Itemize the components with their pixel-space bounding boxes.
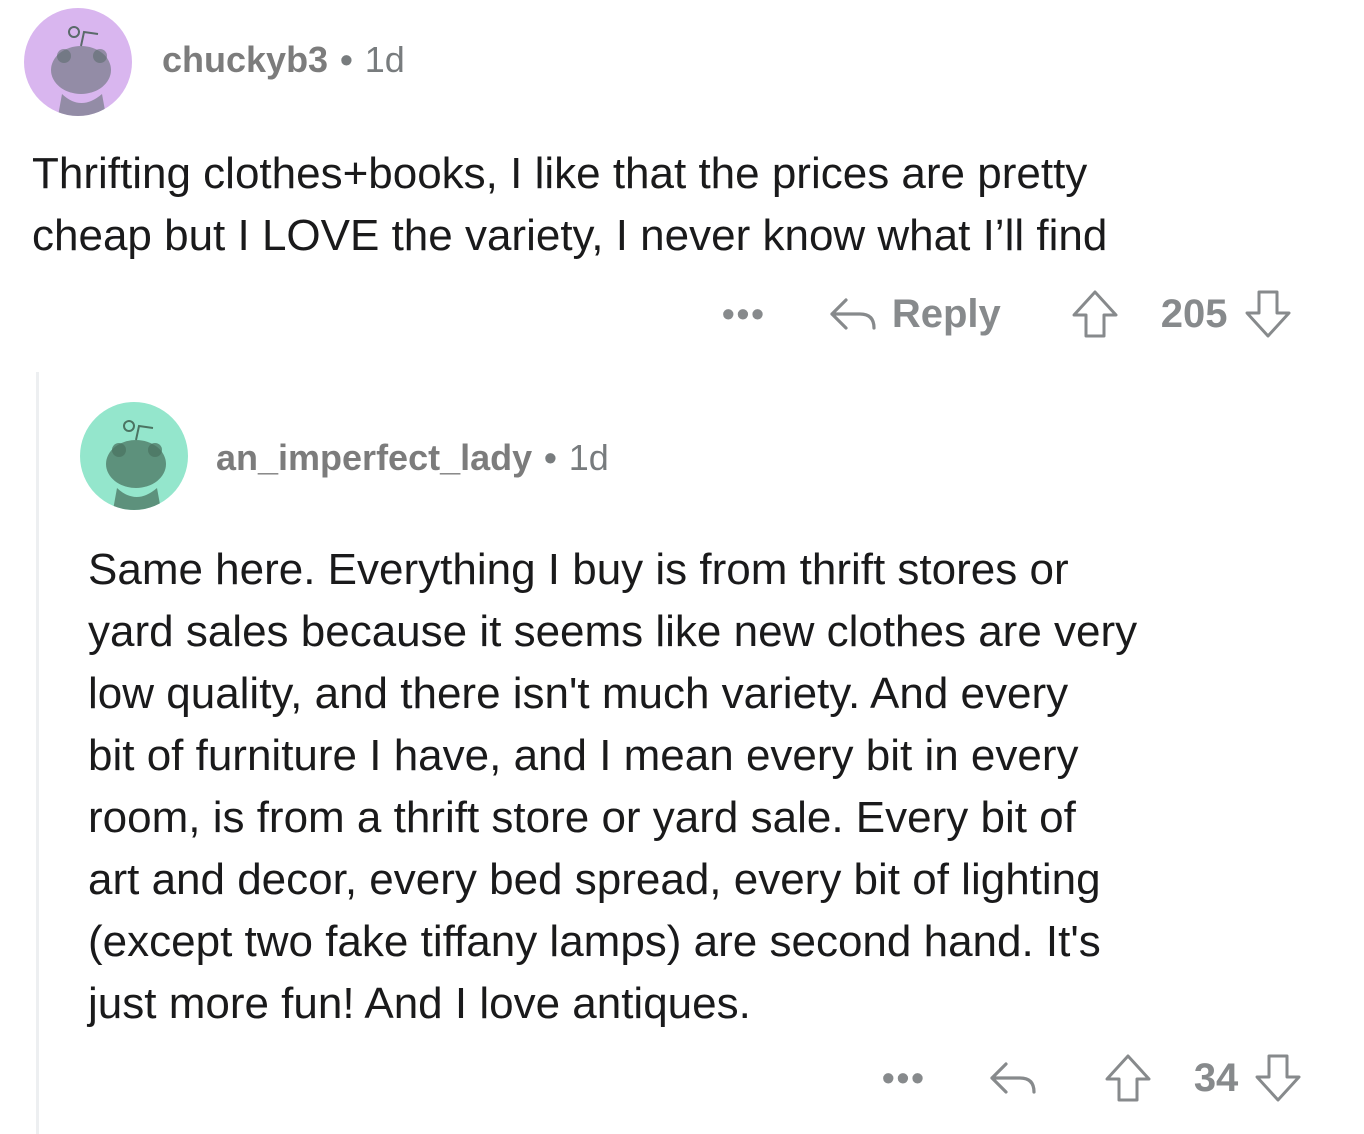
reply-label: Reply [891, 291, 1001, 336]
comment-line: cheap but I LOVE the variety, I never kn… [32, 211, 1108, 260]
comment-body: Same here. Everything I buy is from thri… [88, 539, 1348, 1035]
comment-line: art and decor, every bed spread, every b… [88, 855, 1101, 904]
meta-separator: • [340, 39, 353, 80]
comment-line: Thrifting clothes+books, I like that the… [32, 149, 1088, 198]
snoo-avatar-icon [51, 26, 111, 116]
more-options-button[interactable]: ••• [882, 1060, 926, 1096]
upvote-arrow-icon[interactable] [1104, 1053, 1152, 1103]
vote-score: 205 [1160, 291, 1228, 336]
snoo-avatar-icon [106, 420, 166, 510]
comment-body: Thrifting clothes+books, I like that the… [32, 143, 1342, 267]
thread-line[interactable] [36, 372, 39, 1134]
meta-separator: • [544, 437, 557, 478]
comment-line: Same here. Everything I buy is from thri… [88, 545, 1069, 594]
username[interactable]: chuckyb3 [162, 39, 328, 80]
comment-line: room, is from a thrift store or yard sal… [88, 793, 1076, 842]
comment-line: bit of furniture I have, and I mean ever… [88, 731, 1079, 780]
comment-meta: chuckyb3 • 1d [162, 42, 405, 78]
comment-actions: ••• Reply 205 [722, 284, 1292, 344]
comment-meta: an_imperfect_lady • 1d [216, 440, 609, 476]
avatar[interactable] [24, 8, 132, 116]
comment-age: 1d [364, 39, 405, 80]
downvote-arrow-icon[interactable] [1244, 289, 1292, 339]
reply-button[interactable]: Reply [828, 292, 1001, 337]
username[interactable]: an_imperfect_lady [216, 437, 532, 478]
downvote-arrow-icon[interactable] [1254, 1053, 1302, 1103]
reply-arrow-icon [830, 298, 876, 330]
avatar[interactable] [80, 402, 188, 510]
upvote-arrow-icon[interactable] [1071, 289, 1119, 339]
comment-line: (except two fake tiffany lamps) are seco… [88, 917, 1101, 966]
comment-age: 1d [568, 437, 609, 478]
comment-actions: ••• 34 [882, 1048, 1302, 1108]
comment-line: just more fun! And I love antiques. [88, 979, 751, 1028]
vote-score: 34 [1193, 1055, 1239, 1100]
comment-line: yard sales because it seems like new clo… [88, 607, 1138, 656]
more-options-button[interactable]: ••• [722, 296, 766, 332]
reply-arrow-icon[interactable] [988, 1058, 1038, 1098]
comment-line: low quality, and there isn't much variet… [88, 669, 1069, 718]
